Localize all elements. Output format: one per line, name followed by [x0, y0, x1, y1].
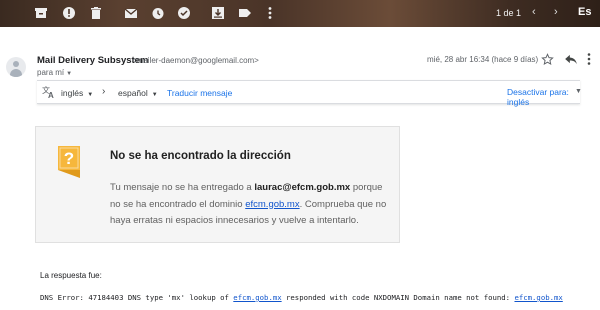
- domain-link[interactable]: efcm.gob.mx: [514, 293, 562, 302]
- dns-error-text: DNS Error: 47184403 DNS type 'mx' lookup…: [40, 293, 563, 302]
- warning-icon: ?: [58, 146, 80, 178]
- source-language-label: inglés: [61, 88, 84, 98]
- sender-avatar: [6, 57, 26, 77]
- domain-link[interactable]: efcm.gob.mx: [233, 293, 281, 302]
- message-date: mié, 28 abr 16:34 (hace 9 días): [427, 55, 539, 64]
- dns-text: responded with code NXDOMAIN Domain name…: [281, 293, 515, 302]
- reply-icon[interactable]: [564, 53, 578, 65]
- target-language-label: español: [118, 88, 148, 98]
- snooze-icon[interactable]: [151, 6, 165, 20]
- caret-down-icon: ▼: [151, 92, 158, 98]
- older-arrow-icon[interactable]: ›: [554, 6, 558, 18]
- caret-down-icon: ▼: [87, 92, 94, 98]
- recipient-address: laurac@efcm.gob.mx: [254, 182, 351, 193]
- pager-count: 1 de 1: [496, 8, 522, 18]
- disable-translation-link[interactable]: Desactivar para: inglés: [507, 87, 580, 107]
- add-to-tasks-icon[interactable]: [177, 6, 191, 20]
- error-text: Tu mensaje no se ha entregado a: [110, 182, 255, 193]
- input-language-button[interactable]: Es: [578, 6, 591, 18]
- recipient-details[interactable]: para mí ▼: [37, 68, 72, 77]
- report-spam-icon[interactable]: [62, 6, 76, 20]
- star-icon[interactable]: [541, 53, 554, 66]
- toolbar: 1 de 1 ‹ › Es: [0, 0, 600, 27]
- delete-icon[interactable]: [89, 6, 103, 20]
- svg-text:A: A: [48, 91, 54, 99]
- error-title: No se ha encontrado la dirección: [110, 150, 291, 162]
- label-icon[interactable]: [238, 6, 252, 20]
- archive-icon[interactable]: [34, 6, 48, 20]
- source-language-select[interactable]: inglés ▼: [61, 88, 93, 98]
- more-options-icon[interactable]: [263, 6, 277, 20]
- translate-icon: 文 A: [42, 85, 54, 99]
- error-card: ? No se ha encontrado la dirección Tu me…: [35, 126, 400, 243]
- error-message: Tu mensaje no se ha entregado a laurac@e…: [110, 180, 390, 230]
- response-label: La respuesta fue:: [40, 271, 102, 280]
- svg-text:?: ?: [64, 149, 74, 168]
- recipient-label: para mí: [37, 68, 65, 77]
- dns-text: DNS Error: 47184403 DNS type 'mx' lookup…: [40, 293, 234, 302]
- domain-link[interactable]: efcm.gob.mx: [245, 199, 299, 210]
- chevron-right-icon: ›: [102, 86, 106, 97]
- move-to-icon[interactable]: [211, 6, 225, 20]
- more-vert-icon[interactable]: [587, 53, 591, 65]
- translate-bar: 文 A inglés ▼ › español ▼ Traducir mensaje …: [37, 80, 582, 107]
- caret-down-icon: ▼: [66, 71, 73, 77]
- mark-unread-icon[interactable]: [124, 6, 138, 20]
- sender-email: <mailer-daemon@googlemail.com>: [132, 56, 259, 65]
- translate-message-link[interactable]: Traducir mensaje: [167, 88, 232, 98]
- caret-down-icon[interactable]: ▼: [575, 88, 582, 95]
- newer-arrow-icon[interactable]: ‹: [532, 6, 536, 18]
- target-language-select[interactable]: español ▼: [118, 88, 158, 98]
